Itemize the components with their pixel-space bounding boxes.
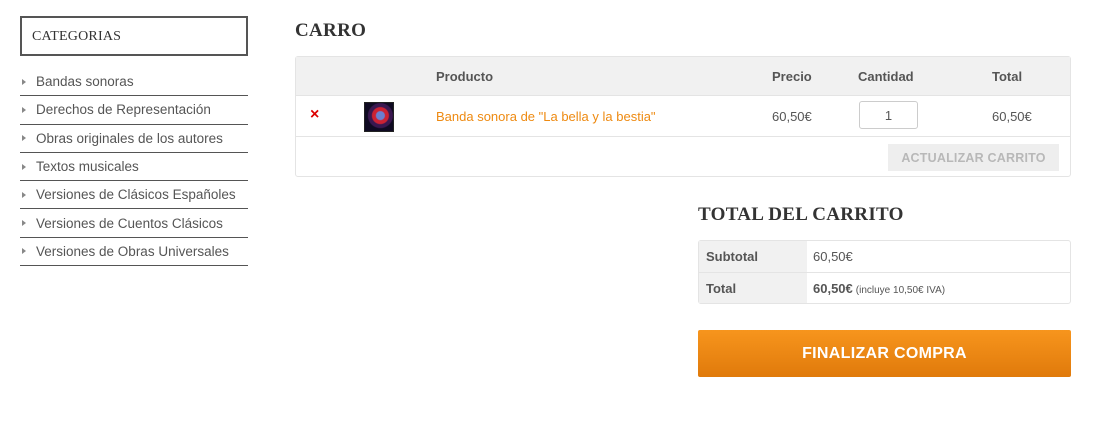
categories-title: CATEGORIAS	[32, 29, 122, 44]
checkout-button[interactable]: FINALIZAR COMPRA	[698, 330, 1071, 377]
subtotal-label: Subtotal	[699, 241, 807, 272]
page-title: CARRO	[295, 20, 367, 41]
cart-table: Producto Precio Cantidad Total × Banda s…	[295, 56, 1071, 177]
caret-right-icon	[22, 248, 26, 255]
total-row: Total 60,50€ (incluye 10,50€ IVA)	[699, 272, 1070, 303]
item-price: 60,50€	[772, 109, 812, 124]
category-label: Versiones de Obras Universales	[36, 243, 229, 259]
category-derechos-representacion[interactable]: Derechos de Representación	[20, 96, 248, 125]
category-bandas-sonoras[interactable]: Bandas sonoras	[20, 68, 248, 97]
cart-table-header: Producto Precio Cantidad Total	[296, 57, 1070, 96]
subtotal-row: Subtotal 60,50€	[699, 241, 1070, 272]
categories-sidebar: CATEGORIAS Bandas sonoras Derechos de Re…	[20, 16, 248, 267]
caret-right-icon	[22, 220, 26, 227]
caret-right-icon	[22, 135, 26, 142]
category-cuentos-clasicos[interactable]: Versiones de Cuentos Clásicos	[20, 209, 248, 238]
product-thumbnail[interactable]	[364, 102, 394, 132]
caret-right-icon	[22, 106, 26, 113]
item-total: 60,50€	[992, 109, 1032, 124]
category-label: Textos musicales	[36, 159, 139, 175]
header-price: Precio	[772, 69, 812, 84]
cart-totals-table: Subtotal 60,50€ Total 60,50€ (incluye 10,…	[698, 240, 1071, 304]
cart-actions: ACTUALIZAR CARRITO	[296, 137, 1070, 176]
category-clasicos-espanoles[interactable]: Versiones de Clásicos Españoles	[20, 181, 248, 210]
total-label: Total	[699, 273, 807, 303]
caret-right-icon	[22, 163, 26, 170]
header-total: Total	[992, 69, 1023, 84]
category-obras-originales[interactable]: Obras originales de los autores	[20, 125, 248, 153]
category-obras-universales[interactable]: Versiones de Obras Universales	[20, 238, 248, 267]
tax-note: (incluye 10,50€ IVA)	[855, 285, 946, 296]
product-link[interactable]: Banda sonora de "La bella y la bestia"	[436, 109, 656, 124]
category-label: Bandas sonoras	[36, 74, 134, 90]
category-label: Derechos de Representación	[36, 102, 211, 118]
category-label: Versiones de Clásicos Españoles	[36, 187, 236, 203]
caret-right-icon	[22, 78, 26, 85]
remove-item-icon[interactable]: ×	[310, 106, 319, 124]
categories-header: CATEGORIAS	[20, 16, 248, 56]
cart-item-row: × Banda sonora de "La bella y la bestia"…	[296, 96, 1070, 137]
category-textos-musicales[interactable]: Textos musicales	[20, 153, 248, 182]
total-value-cell: 60,50€ (incluye 10,50€ IVA)	[807, 273, 951, 303]
header-quantity: Cantidad	[858, 69, 914, 84]
quantity-input[interactable]	[859, 101, 918, 129]
categories-list: Bandas sonoras Derechos de Representació…	[20, 68, 248, 267]
category-label: Versiones de Cuentos Clásicos	[36, 215, 223, 231]
category-label: Obras originales de los autores	[36, 130, 223, 146]
update-cart-button[interactable]: ACTUALIZAR CARRITO	[888, 144, 1059, 171]
caret-right-icon	[22, 191, 26, 198]
header-product: Producto	[436, 69, 494, 84]
cart-totals-title: TOTAL DEL CARRITO	[698, 204, 904, 225]
subtotal-value: 60,50€	[813, 249, 853, 264]
total-value: 60,50€	[813, 281, 853, 296]
